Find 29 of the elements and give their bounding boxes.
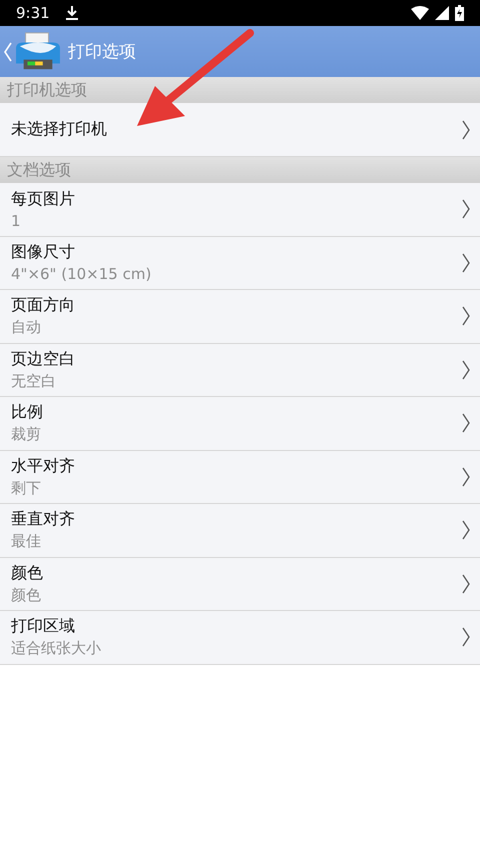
back-icon[interactable] — [4, 42, 12, 62]
battery-icon — [455, 5, 464, 21]
chevron-right-icon — [462, 520, 470, 540]
chevron-right-icon — [462, 199, 470, 220]
settings-row[interactable]: 打印区域 适合纸张大小 — [0, 611, 480, 664]
download-icon — [66, 6, 78, 20]
chevron-right-icon — [462, 360, 470, 380]
settings-row[interactable]: 图像尺寸 4"×6" (10×15 cm) — [0, 236, 480, 290]
wifi-icon — [411, 6, 429, 20]
signal-icon — [435, 6, 449, 20]
chevron-right-icon — [462, 627, 470, 648]
settings-row[interactable]: 垂直对齐 最佳 — [0, 504, 480, 558]
status-time: 9:31 — [16, 4, 50, 22]
chevron-right-icon — [462, 306, 470, 326]
chevron-right-icon — [462, 120, 470, 140]
settings-row[interactable]: 未选择打印机 — [0, 103, 480, 157]
settings-row[interactable]: 每页图片 1 — [0, 183, 480, 236]
settings-row[interactable]: 颜色 颜色 — [0, 558, 480, 611]
section-header: 文档选项 — [0, 157, 480, 183]
settings-row[interactable]: 水平对齐 剩下 — [0, 450, 480, 504]
section-header: 打印机选项 — [0, 77, 480, 103]
settings-row[interactable]: 比例 裁剪 — [0, 397, 480, 450]
chevron-right-icon — [462, 413, 470, 434]
chevron-right-icon — [462, 252, 470, 273]
chevron-right-icon — [462, 466, 470, 487]
chevron-right-icon — [462, 574, 470, 594]
settings-row[interactable]: 页边空白 无空白 — [0, 344, 480, 397]
screen-title: 打印选项 — [68, 41, 136, 63]
settings-row[interactable]: 页面方向 自动 — [0, 290, 480, 344]
